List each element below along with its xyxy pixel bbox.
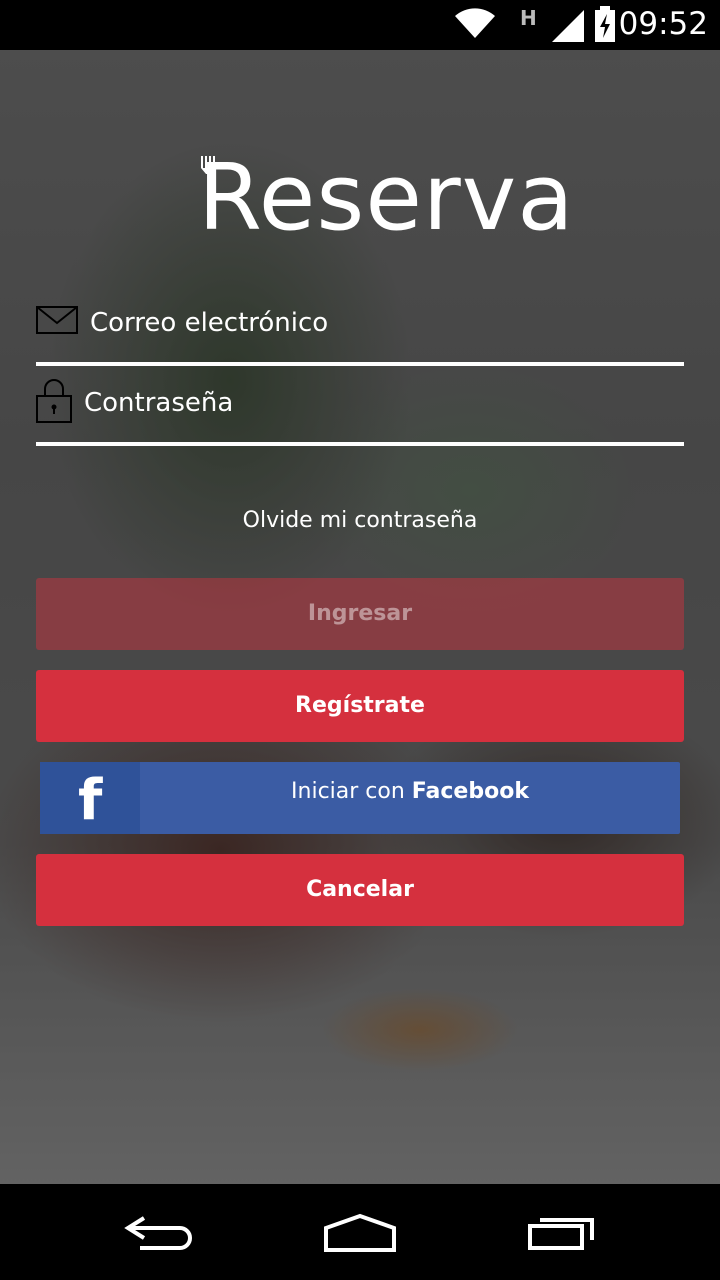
fork-icon [201, 156, 215, 174]
network-type-label: H [520, 6, 537, 30]
app-logo: Reserva [198, 144, 574, 251]
register-button[interactable]: Regístrate [36, 670, 684, 742]
home-icon[interactable] [322, 1212, 398, 1254]
password-field[interactable]: Contraseña [36, 366, 684, 446]
cancel-button[interactable]: Cancelar [36, 854, 684, 926]
facebook-icon-box: f [40, 762, 140, 834]
signal-icon [552, 10, 584, 42]
password-input[interactable]: Contraseña [84, 388, 233, 418]
battery-charging-icon [595, 6, 615, 42]
status-bar: H 09:52 [0, 0, 720, 50]
status-time: 09:52 [618, 6, 708, 42]
nav-bar [0, 1184, 720, 1280]
facebook-button-label: Iniciar con Facebook [140, 762, 680, 822]
facebook-login-button[interactable]: f Iniciar con Facebook [40, 762, 680, 834]
email-input[interactable]: Correo electrónico [90, 308, 328, 338]
wifi-icon [455, 8, 495, 38]
envelope-icon [36, 306, 78, 334]
facebook-button-prefix: Iniciar con [291, 779, 412, 804]
back-icon[interactable] [124, 1212, 196, 1252]
email-field[interactable]: Correo electrónico [36, 286, 684, 366]
recent-apps-icon[interactable] [526, 1212, 598, 1252]
lock-icon [36, 379, 72, 423]
facebook-brand-text: Facebook [411, 779, 529, 804]
facebook-icon: f [78, 768, 103, 833]
login-button[interactable]: Ingresar [36, 578, 684, 650]
logo-text: Reserva [198, 144, 575, 251]
forgot-password-link[interactable]: Olvide mi contraseña [0, 508, 720, 533]
login-screen: Reserva Correo electrónico Contraseña Ol… [0, 50, 720, 1184]
